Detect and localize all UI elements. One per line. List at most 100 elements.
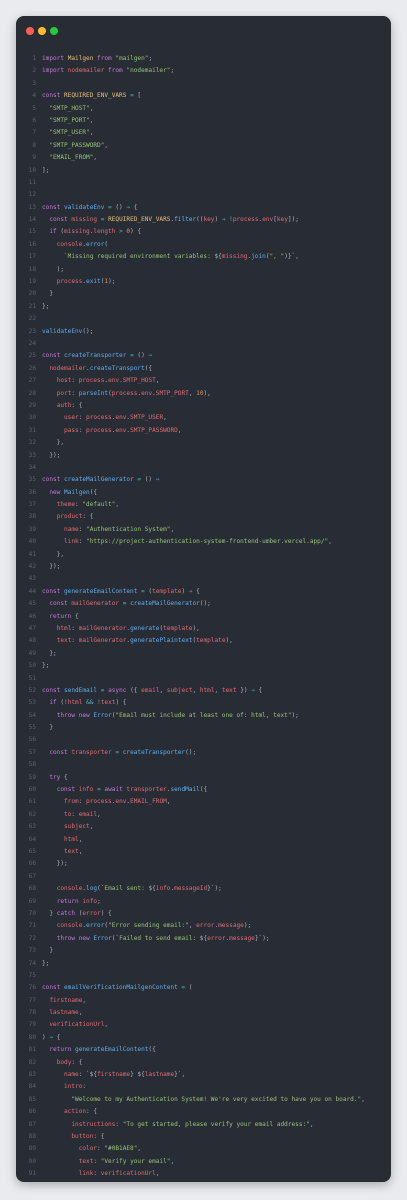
code-line: 31 pass: process.env.SMTP_PASSWORD, <box>16 425 391 437</box>
code-line: 11 <box>16 177 391 189</box>
code-line: 30 user: process.env.SMTP_USER, <box>16 412 391 424</box>
code-line: 23 validateEnv(); <box>16 326 391 338</box>
code-token: }; <box>42 662 50 670</box>
line-code: name: `${firstname} ${lastname}`, <box>42 1069 185 1081</box>
code-token: ( <box>185 984 193 992</box>
code-token: createTransporter <box>64 352 127 360</box>
maximize-button[interactable] <box>50 27 58 35</box>
code-token: : <box>71 377 79 385</box>
code-token: lastname <box>49 1009 79 1017</box>
close-button[interactable] <box>26 27 34 35</box>
line-code: pass: process.env.SMTP_PASSWORD, <box>42 425 181 437</box>
code-line: 32 }, <box>16 437 391 449</box>
code-line: 37 theme: "default", <box>16 499 391 511</box>
code-token: process <box>86 426 112 434</box>
code-line: 67 <box>16 871 391 883</box>
code-token: ); <box>243 922 252 930</box>
code-token: "nodemailer" <box>126 67 171 75</box>
line-number: 6 <box>32 116 36 124</box>
code-token: missing <box>221 253 248 261</box>
code-line: 49 }; <box>16 648 391 660</box>
line-number: 91 <box>28 1170 36 1178</box>
code-line: 28 port: parseInt(process.env.SMTP_PORT,… <box>16 388 391 400</box>
line-code: return { <box>42 611 78 623</box>
code-line: 86 action: { <box>16 1106 391 1118</box>
code-token: link <box>64 538 79 546</box>
line-number: 29 <box>28 401 36 409</box>
code-token: SMTP_USER <box>130 414 164 422</box>
code-token: host <box>56 377 72 385</box>
code-token: console <box>56 240 83 248</box>
line-code: return info; <box>42 896 101 908</box>
code-token: SMTP_HOST <box>122 377 156 385</box>
code-token: nodemailer <box>49 364 87 372</box>
line-code: const REQUIRED_ENV_VARS = [ <box>42 90 141 102</box>
line-number: 52 <box>28 686 36 694</box>
line-number: 40 <box>28 538 36 546</box>
code-token: REQUIRED_ENV_VARS <box>64 92 127 100</box>
code-token: auth <box>56 401 72 409</box>
code-token: , <box>89 116 94 124</box>
code-token: name <box>64 525 79 533</box>
line-code: product: { <box>42 511 94 523</box>
line-number: 47 <box>28 624 36 632</box>
code-token: ( <box>144 587 153 595</box>
code-token: createMailGenerator <box>130 600 200 608</box>
code-token: email <box>141 686 160 694</box>
code-token: ); <box>214 885 222 893</box>
code-line: 22 <box>16 313 391 325</box>
code-line: 41 }, <box>16 549 391 561</box>
code-line: 81 return generateEmailContent({ <box>16 1044 391 1056</box>
code-token: key <box>276 216 288 224</box>
code-token: const <box>42 587 61 595</box>
code-line: 68 console.log(`Email sent: ${info.messa… <box>16 883 391 895</box>
code-token: "To get started, please verify your emai… <box>122 1120 310 1128</box>
code-token: : { <box>86 1108 98 1116</box>
line-code: color: "#0B1AE8", <box>42 1143 141 1155</box>
line-code: "EMAIL_FROM", <box>42 152 97 164</box>
code-line: 60 const info = await transporter.sendMa… <box>16 784 391 796</box>
code-token: sendEmail <box>64 686 98 694</box>
code-token: { <box>53 1033 61 1041</box>
minimize-button[interactable] <box>38 27 46 35</box>
line-number: 14 <box>28 216 36 224</box>
code-token: generatePlaintext <box>130 637 193 645</box>
code-token: validateEnv <box>42 327 83 335</box>
code-token: REQUIRED_ENV_VARS <box>108 216 171 224</box>
code-token: process <box>78 377 105 385</box>
code-token: , <box>89 129 94 137</box>
code-line: 51 <box>16 673 391 685</box>
code-token: import <box>42 67 65 75</box>
code-token: ) { <box>115 699 127 707</box>
code-token: "Authentication System" <box>86 525 171 533</box>
code-token: text <box>56 637 72 645</box>
code-line: 25 const createTransporter = () ⇒ <box>16 350 391 362</box>
line-number: 45 <box>28 600 36 608</box>
code-token: : <box>78 414 87 422</box>
code-token: action <box>64 1108 87 1116</box>
line-number: 19 <box>28 278 36 286</box>
line-number: 30 <box>28 414 36 422</box>
code-token: , <box>104 1021 109 1029</box>
line-number: 13 <box>28 203 36 211</box>
code-token: html <box>67 699 83 707</box>
code-token: firstname <box>97 1071 131 1079</box>
code-token: ; <box>148 55 153 62</box>
line-code: }; <box>42 660 49 672</box>
code-token: ), <box>225 637 233 645</box>
code-token: () <box>133 352 149 360</box>
code-token: info <box>155 885 171 893</box>
line-number: 90 <box>28 1157 36 1165</box>
code-token: ({ <box>144 364 153 372</box>
code-token: 10 <box>196 389 204 397</box>
line-code: const createMailGenerator = () ⇒ <box>42 474 159 486</box>
code-token: return <box>49 1046 72 1054</box>
code-token: const <box>42 984 61 992</box>
code-token: }; <box>42 302 50 310</box>
code-token: , <box>166 798 171 806</box>
code-token: env <box>108 377 120 385</box>
line-number: 23 <box>28 327 36 335</box>
